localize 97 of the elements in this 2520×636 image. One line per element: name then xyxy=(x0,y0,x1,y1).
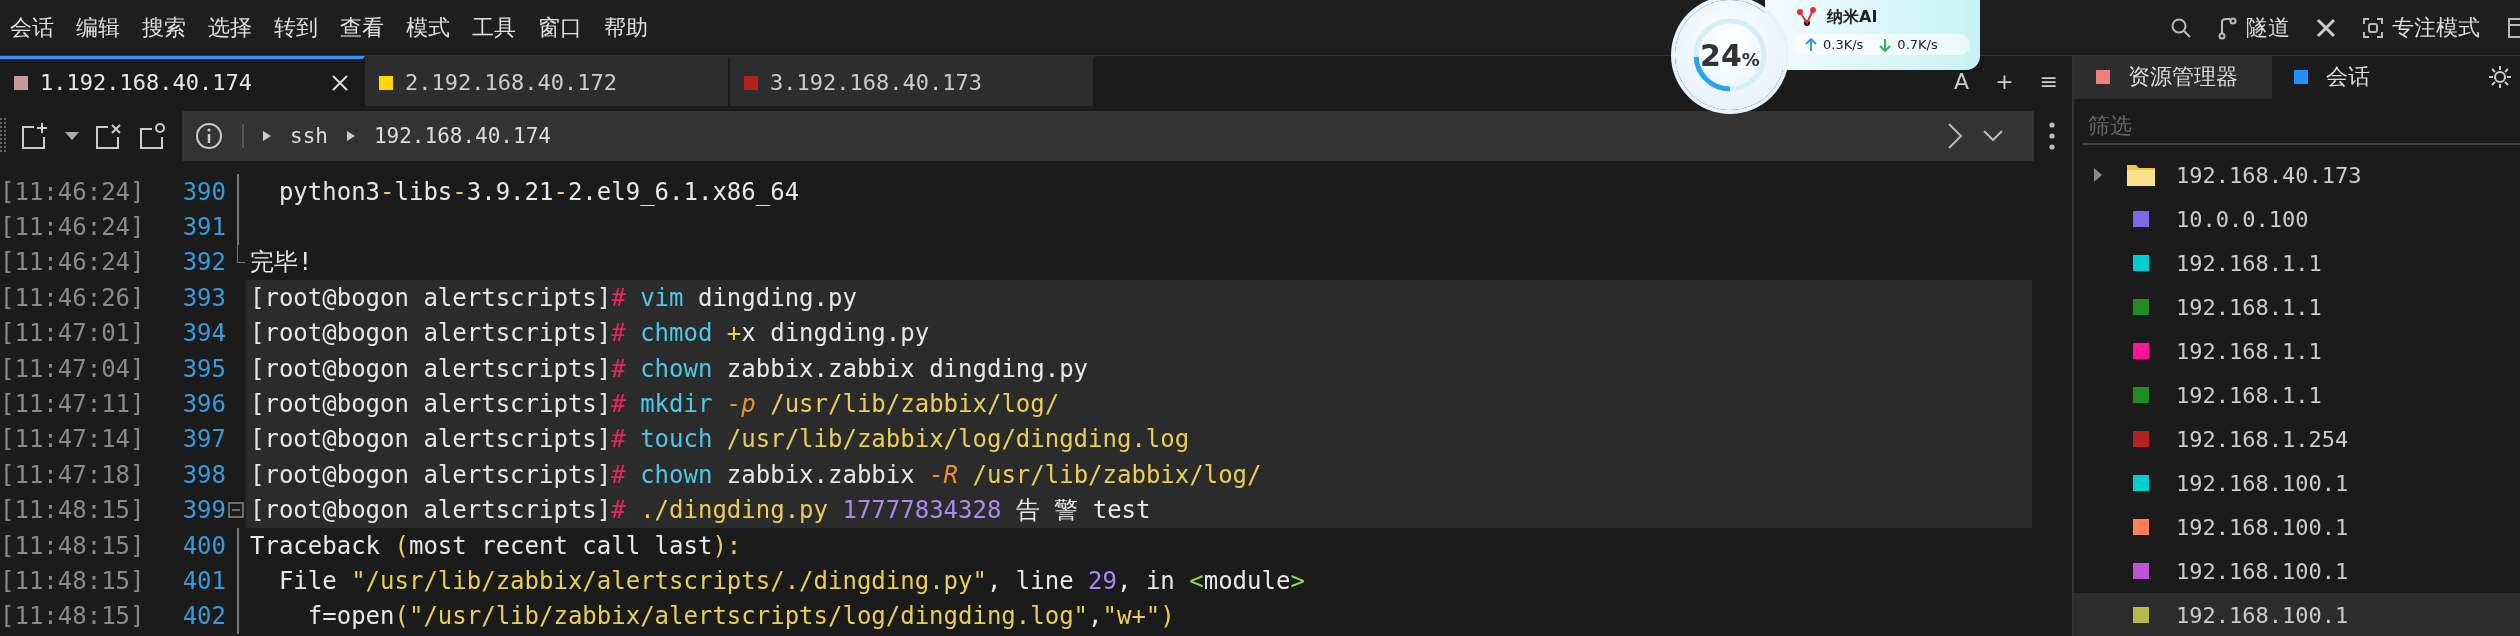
caret-icon[interactable] xyxy=(64,131,80,141)
timestamp: [11:46:24] xyxy=(0,177,146,206)
timestamp: [11:47:01] xyxy=(0,319,146,348)
host-item[interactable]: 192.168.100.1 xyxy=(2074,461,2520,505)
menu-item[interactable]: 工具 xyxy=(472,12,516,43)
panel-tab[interactable]: 资源管理器 xyxy=(2074,56,2272,99)
chevron-down-icon[interactable] xyxy=(1982,129,2004,143)
terminal-line: f=open("/usr/lib/zabbix/alertscripts/log/dingding.log","w+") xyxy=(306,602,1175,631)
terminal-line: File "/usr/lib/zabbix/alertscripts/./dingding.py", line 29, in <module> xyxy=(277,567,1305,595)
terminal-line: [root@bogon alertscripts]# chown zabbix.zabbix -R /usr/lib/zabbix/log/ xyxy=(250,460,1262,489)
line-number: 402 xyxy=(181,602,226,631)
session-tab[interactable]: 2.192.168.40.172 xyxy=(365,56,730,106)
timestamp: [11:47:18] xyxy=(0,460,146,489)
address-bar[interactable]: ssh 192.168.40.174 xyxy=(182,111,2034,161)
menu-item[interactable]: 搜索 xyxy=(142,12,186,43)
folder-icon xyxy=(2126,163,2156,187)
line-number: 391 xyxy=(181,213,226,242)
terminal-line: [root@bogon alertscripts]# vim dingding.py xyxy=(250,283,857,312)
host-item[interactable]: 192.168.100.1 xyxy=(2074,549,2520,593)
line-number: 400 xyxy=(181,531,226,560)
breadcrumb-protocol[interactable]: ssh xyxy=(290,124,328,148)
close-tab-icon[interactable] xyxy=(94,121,124,151)
panel-tab[interactable]: 会话 xyxy=(2272,56,2404,99)
menu-item[interactable]: 窗口 xyxy=(538,12,582,43)
upload-speed: 0.3K/s xyxy=(1823,37,1864,52)
host-item[interactable]: 192.168.1.1 xyxy=(2074,373,2520,417)
host-item[interactable]: 192.168.100.1 xyxy=(2074,593,2520,636)
host-item[interactable]: 192.168.100.1 xyxy=(2074,505,2520,549)
branch-icon xyxy=(2218,15,2238,40)
download-speed: 0.7K/s xyxy=(1897,37,1938,52)
host-item[interactable]: 192.168.1.1 xyxy=(2074,285,2520,329)
terminal-line: [root@bogon alertscripts]# mkdir -p /usr/lib/zabbix/log/ xyxy=(250,390,1060,419)
terminal-line: [root@bogon alertscripts]# touch /usr/lib/zabbix/log/dingding.log xyxy=(250,425,1190,454)
app-name: 纳米AI xyxy=(1827,9,1878,25)
breadcrumb-host[interactable]: 192.168.40.174 xyxy=(373,124,551,148)
line-number: 390 xyxy=(181,177,226,206)
line-number: 401 xyxy=(181,567,226,595)
up-arrow-icon xyxy=(1805,37,1817,52)
timestamp: [11:48:15] xyxy=(0,567,146,595)
menu-item[interactable]: 模式 xyxy=(406,12,450,43)
focus-frame-icon xyxy=(2362,16,2384,39)
chevron-icon xyxy=(262,130,272,142)
timestamp: [11:46:24] xyxy=(0,213,146,242)
down-arrow-icon xyxy=(1879,37,1892,52)
line-number: 396 xyxy=(181,390,226,419)
line-number: 399 xyxy=(181,496,226,525)
tab-action-button[interactable]: ≡ xyxy=(2039,68,2058,94)
more-icon[interactable] xyxy=(2048,121,2056,151)
terminal-line: python3-libs-3.9.21-2.el9_6.1.x86_64 xyxy=(277,177,800,206)
timestamp: [11:48:15] xyxy=(0,531,146,560)
timestamp: [11:47:11] xyxy=(0,390,146,419)
menu-item[interactable]: 查看 xyxy=(340,12,384,43)
focus-mode-button[interactable]: 专注模式 xyxy=(2362,12,2480,43)
settings-icon[interactable] xyxy=(2488,65,2512,90)
timestamp: [11:48:15] xyxy=(0,602,146,631)
session-tab[interactable]: 3.192.168.40.173 xyxy=(730,56,1095,106)
collapse-icon[interactable] xyxy=(228,502,244,519)
line-number: 397 xyxy=(181,425,226,454)
host-item[interactable]: 10.0.0.100 xyxy=(2074,197,2520,241)
host-item[interactable]: 192.168.1.1 xyxy=(2074,241,2520,285)
filter-field[interactable]: 筛选 xyxy=(2082,108,2520,145)
line-number: 392 xyxy=(181,248,226,277)
timestamp: [11:47:14] xyxy=(0,425,146,454)
close-icon[interactable] xyxy=(331,73,349,92)
terminal-line: [root@bogon alertscripts]# ./dingding.py 17777834328 告 警 test xyxy=(250,495,1151,527)
window-settings-icon[interactable] xyxy=(138,121,168,151)
menu-item[interactable]: 转到 xyxy=(274,12,318,43)
tunnel-button[interactable]: 隧道 xyxy=(2218,12,2290,43)
line-number: 394 xyxy=(181,319,226,348)
host-item[interactable]: 192.168.40.173 xyxy=(2074,153,2520,197)
x-logo-icon[interactable] xyxy=(2316,17,2336,38)
terminal-line: 完毕! xyxy=(250,247,313,279)
chevron-icon xyxy=(345,130,356,142)
tab-action-button[interactable]: A xyxy=(1954,68,1970,94)
host-item[interactable]: 192.168.1.1 xyxy=(2074,329,2520,373)
menu-item[interactable]: 编辑 xyxy=(76,12,120,43)
timestamp: [11:46:26] xyxy=(0,283,146,312)
search-icon[interactable] xyxy=(2170,16,2192,39)
terminal-line: [root@bogon alertscripts]# chmod +x dingding.py xyxy=(250,319,930,348)
line-number: 398 xyxy=(181,460,226,489)
panel-icon[interactable] xyxy=(2506,15,2520,40)
new-tab-icon[interactable] xyxy=(20,121,50,151)
line-number: 395 xyxy=(181,354,226,383)
line-number: 393 xyxy=(181,283,226,312)
timestamp: [11:48:15] xyxy=(0,496,146,525)
menu-item[interactable]: 选择 xyxy=(208,12,252,43)
menu-item[interactable]: 会话 xyxy=(10,12,54,43)
menu-item[interactable]: 帮助 xyxy=(604,12,648,43)
gauge-percent: 24% xyxy=(1700,37,1760,73)
chevron-right-icon[interactable] xyxy=(1946,121,1964,151)
terminal-line: Traceback (most recent call last): xyxy=(250,531,742,560)
terminal-line: [root@bogon alertscripts]# chown zabbix.zabbix dingding.py xyxy=(250,354,1089,383)
timestamp: [11:47:04] xyxy=(0,354,146,383)
timestamp: [11:46:24] xyxy=(0,248,146,277)
info-icon[interactable] xyxy=(194,121,224,151)
host-item[interactable]: 192.168.1.254 xyxy=(2074,417,2520,461)
tab-action-button[interactable]: + xyxy=(1995,68,2014,94)
